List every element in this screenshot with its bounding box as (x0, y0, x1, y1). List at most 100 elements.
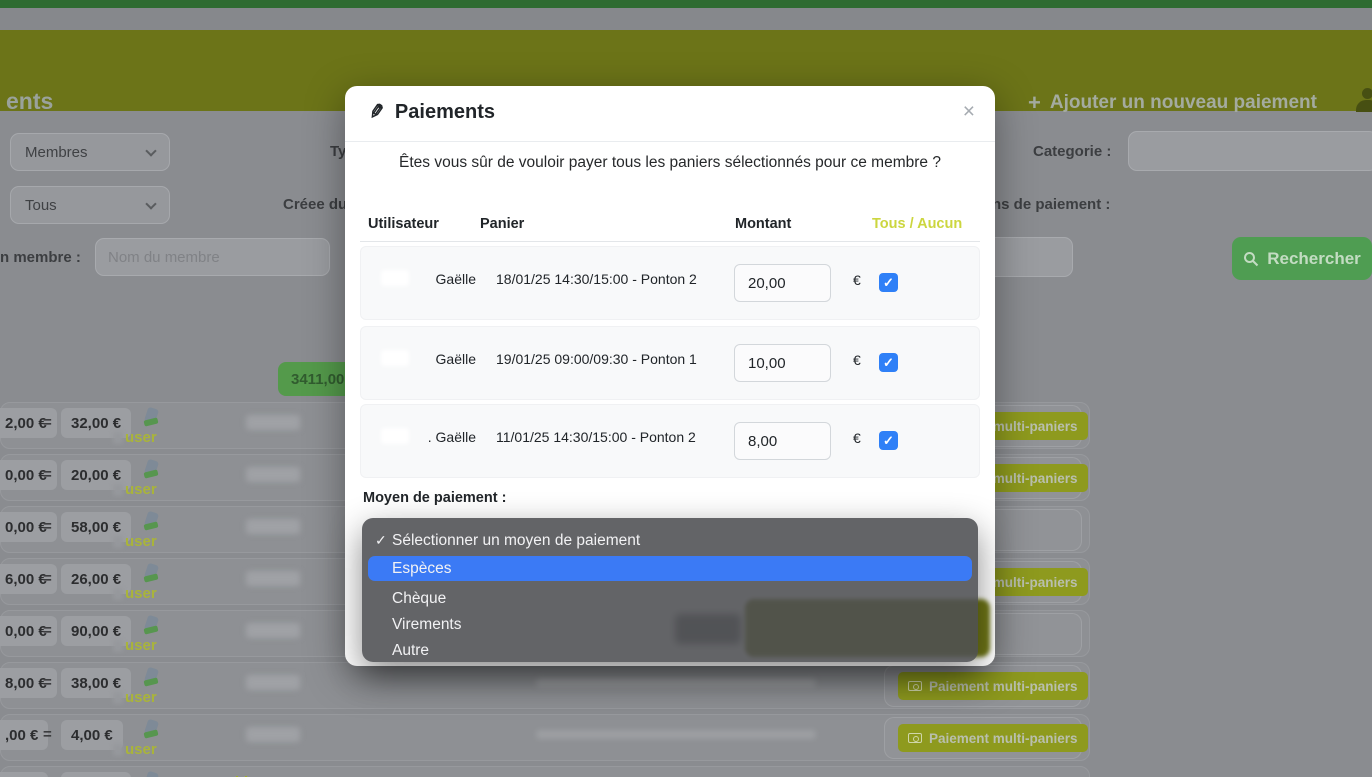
equals-sign: = (43, 622, 52, 639)
multi-basket-payment-label: Paiement multi-paniers (929, 679, 1078, 694)
censored-text (536, 730, 816, 739)
moyens-paiement-input[interactable] (985, 237, 1073, 277)
cree-du-label: Créee du (283, 196, 347, 213)
plus-icon: + (1028, 90, 1041, 116)
basket-row: Gaëlle19/01/25 09:00/09:30 - Ponton 110,… (360, 326, 980, 400)
categorie-input[interactable] (1128, 131, 1372, 171)
basket-row: . Gaëlle 11/01/25 14:30/15:00 - Ponton 2 8… (360, 404, 980, 478)
payment-row: 8,00 €=38,00 €userPaiement multi-paniers (0, 662, 1090, 709)
table-divider (360, 241, 980, 242)
censored-char (113, 692, 123, 704)
dropdown-option-label: Sélectionner un moyen de paiement (392, 532, 640, 550)
equals-sign: = (43, 726, 52, 743)
paiements-modal: ✎ Paiements × Êtes vous sûr de vouloir p… (345, 86, 995, 666)
multi-basket-payment-button[interactable]: Paiement multi-paniers (898, 672, 1088, 700)
edit-image-icon (144, 616, 162, 636)
dropdown-option[interactable]: Espèces (368, 556, 972, 581)
 (144, 771, 159, 777)
membre-input[interactable]: Nom du membre (95, 238, 330, 276)
basket-user: Gaëlle (396, 271, 476, 287)
page-title: ents (6, 88, 53, 115)
modal-title: ✎ Paiements (369, 101, 495, 124)
search-button[interactable]: Rechercher (1232, 237, 1372, 280)
censored-char (113, 484, 123, 496)
user-label: user (125, 429, 157, 446)
dropdown-option[interactable]: Virements (368, 612, 972, 637)
payments-page: ents ⚙ Config + Ajouter un nouveau paiem… (0, 0, 1372, 777)
user-label: user (125, 585, 157, 602)
basket-description: 18/01/25 14:30/15:00 - Ponton 2 (496, 271, 697, 287)
dropdown-option[interactable]: ✓Sélectionner un moyen de paiement (368, 528, 972, 553)
tous-aucun-toggle[interactable]: Tous / Aucun (872, 216, 962, 232)
censored-char (113, 536, 123, 548)
dropdown-option-label: Virements (392, 616, 462, 634)
censored-text (246, 467, 300, 482)
edit-image-icon (144, 460, 162, 480)
user-label: user (125, 533, 157, 550)
basket-description: 19/01/25 09:00/09:30 - Ponton 1 (496, 351, 697, 367)
multi-basket-payment-label: Paiement multi-paniers (929, 731, 1078, 746)
currency-symbol: € (853, 272, 861, 288)
membre-label: n membre : (0, 249, 81, 266)
add-payment-button[interactable]: + Ajouter un nouveau paiement (1028, 90, 1317, 116)
dropdown-option[interactable]: Autre (368, 638, 972, 663)
person-icon[interactable] (1356, 88, 1372, 114)
moyen-paiement-label: Moyen de paiement : (363, 490, 506, 506)
check-icon: ✓ (368, 532, 392, 549)
categorie-label: Categorie : (1033, 143, 1111, 160)
banknote-icon (908, 681, 922, 691)
censored-char (113, 588, 123, 600)
tous-select-value: Tous (25, 197, 57, 214)
paid-amount-chip: ,00 € (0, 720, 48, 750)
basket-checkbox[interactable]: ✓ (879, 273, 898, 292)
dropdown-option[interactable]: Chèque (368, 586, 972, 611)
tous-select[interactable]: Tous (10, 186, 170, 224)
chevron-down-icon (145, 145, 156, 156)
user-label: user (125, 741, 157, 758)
amount-input[interactable]: 10,00 (734, 344, 831, 382)
top-green-strip (0, 0, 1372, 8)
pencil-icon: ✎ (367, 100, 387, 125)
censored-text (246, 415, 300, 430)
basket-row: Gaëlle 18/01/25 14:30/15:00 - Ponton 2 20,… (360, 246, 980, 320)
censored-text (536, 678, 816, 687)
search-button-label: Rechercher (1267, 249, 1361, 269)
censored-text (246, 675, 300, 690)
basket-user: . Gaëlle (396, 429, 476, 445)
dropdown-option-label: Espèces (392, 560, 451, 578)
total-amount-chip: 14,00 € (61, 772, 131, 777)
equals-sign: = (43, 466, 52, 483)
moyens-paiement-label: ns de paiement : (992, 196, 1110, 213)
dropdown-option-label: Autre (392, 642, 429, 660)
payment-row: ,00 €=4,00 €userPaiement multi-paniers (0, 714, 1090, 761)
basket-description: 11/01/25 14:30/15:00 - Ponton 2 (496, 429, 696, 445)
membres-select[interactable]: Membres (10, 133, 170, 171)
paid-amount-chip: ,00 € (0, 772, 48, 777)
search-icon (1243, 251, 1259, 267)
multi-basket-payment-button[interactable]: Paiement multi-paniers (898, 724, 1088, 752)
censored-text (246, 519, 300, 534)
amount-input[interactable]: 8,00 (734, 422, 831, 460)
equals-sign: = (43, 674, 52, 691)
censored-text (246, 623, 300, 638)
amount-input[interactable]: 20,00 (734, 264, 831, 302)
edit-image-icon (144, 720, 162, 740)
user-label: user (125, 481, 157, 498)
censored-char (113, 432, 123, 444)
censored-text (246, 571, 300, 586)
currency-symbol: € (853, 430, 861, 446)
equals-sign: = (43, 570, 52, 587)
col-header-panier: Panier (480, 216, 524, 232)
confirmation-question: Êtes vous sûr de vouloir payer tous les … (345, 154, 995, 172)
censored-text (246, 727, 300, 742)
basket-checkbox[interactable]: ✓ (879, 353, 898, 372)
banknote-icon (908, 733, 922, 743)
edit-image-icon (144, 668, 162, 688)
close-icon[interactable]: × (963, 101, 975, 122)
add-payment-label: Ajouter un nouveau paiement (1050, 92, 1317, 114)
col-header-utilisateur: Utilisateur (368, 216, 439, 232)
edit-image-icon (144, 512, 162, 532)
col-header-montant: Montant (735, 216, 791, 232)
basket-checkbox[interactable]: ✓ (879, 431, 898, 450)
currency-symbol: € (853, 352, 861, 368)
